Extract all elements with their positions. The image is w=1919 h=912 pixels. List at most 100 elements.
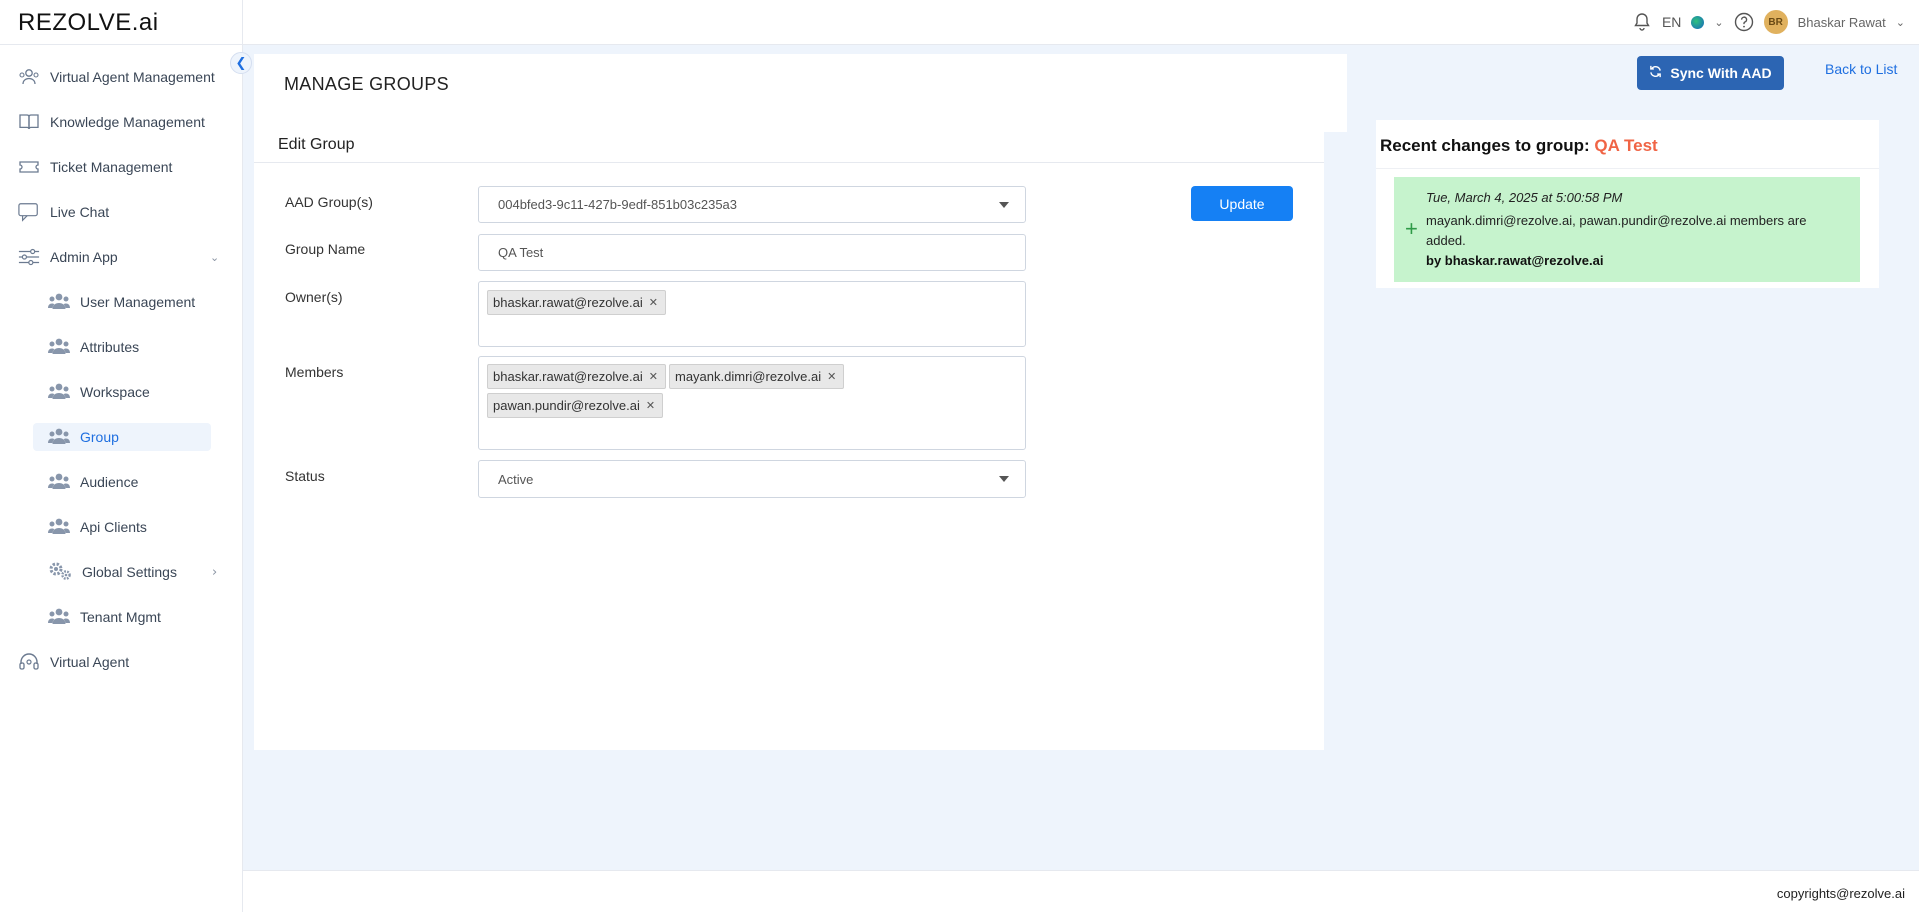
help-icon[interactable] [1734, 12, 1754, 32]
aad-group-select[interactable]: 004bfed3-9c11-427b-9edf-851b03c235a3 [478, 186, 1026, 223]
chevron-down-icon[interactable]: ⌄ [210, 251, 219, 264]
members-multiselect[interactable]: bhaskar.rawat@rezolve.ai ✕ mayank.dimri@… [478, 356, 1026, 450]
user-menu-chevron-icon[interactable]: ⌄ [1896, 16, 1905, 29]
sidebar-item-admin-app[interactable]: Admin App [18, 243, 118, 271]
sidebar-item-label: Audience [80, 474, 139, 490]
sync-button-label: Sync With AAD [1670, 65, 1772, 81]
change-author: by bhaskar.rawat@rezolve.ai [1426, 253, 1604, 268]
group-icon [48, 607, 70, 628]
sidebar-item-virtual-agent-management[interactable]: Virtual Agent Management [18, 63, 215, 91]
group-icon [48, 292, 70, 313]
caret-down-icon [999, 201, 1009, 208]
recent-changes-group-name: QA Test [1594, 136, 1658, 155]
update-button[interactable]: Update [1191, 186, 1293, 221]
sidebar-item-label: Virtual Agent [50, 654, 130, 670]
tag-label: bhaskar.rawat@rezolve.ai [493, 295, 643, 310]
sidebar-item-ticket-management[interactable]: Ticket Management [18, 153, 172, 181]
recent-changes-title: Recent changes to group: QA Test [1380, 136, 1658, 156]
sidebar-item-tenant-mgmt[interactable]: Tenant Mgmt [48, 603, 161, 631]
change-timestamp: Tue, March 4, 2025 at 5:00:58 PM [1426, 190, 1623, 205]
member-tag: mayank.dimri@rezolve.ai ✕ [669, 364, 845, 389]
aad-group-value: 004bfed3-9c11-427b-9edf-851b03c235a3 [498, 197, 738, 212]
owners-multiselect[interactable]: bhaskar.rawat@rezolve.ai ✕ [478, 281, 1026, 347]
remove-tag-icon[interactable]: ✕ [827, 370, 836, 383]
sidebar-item-label: Ticket Management [50, 159, 173, 175]
sidebar-item-virtual-agent[interactable]: Virtual Agent [18, 648, 129, 676]
sidebar-item-label: Global Settings [82, 564, 177, 580]
book-icon [18, 111, 40, 133]
sidebar-item-label: Attributes [80, 339, 140, 355]
group-icon [48, 472, 70, 493]
logo[interactable]: REZOLVE.ai [18, 9, 159, 37]
gears-icon [48, 561, 72, 584]
remove-tag-icon[interactable]: ✕ [646, 399, 655, 412]
group-icon [48, 427, 70, 448]
remove-tag-icon[interactable]: ✕ [649, 370, 658, 383]
change-message: mayank.dimri@rezolve.ai, pawan.pundir@re… [1426, 213, 1807, 248]
divider [254, 162, 1324, 163]
plus-icon: + [1405, 216, 1418, 241]
status-label: Status [285, 468, 325, 484]
status-value: Active [498, 472, 534, 487]
chat-icon [18, 201, 40, 223]
user-name[interactable]: Bhaskar Rawat [1798, 15, 1886, 30]
sidebar-item-label: Tenant Mgmt [80, 609, 161, 625]
globe-icon[interactable] [1691, 15, 1705, 29]
aad-group-label: AAD Group(s) [285, 194, 373, 210]
recent-changes-prefix: Recent changes to group: [1380, 136, 1590, 155]
copyright-text: copyrights@rezolve.ai [1776, 886, 1905, 901]
owner-tag: bhaskar.rawat@rezolve.ai ✕ [487, 290, 666, 315]
sidebar-item-user-management[interactable]: User Management [48, 288, 195, 316]
headset-icon [18, 651, 40, 673]
collapse-sidebar-button[interactable]: ❮ [230, 52, 252, 74]
bell-icon[interactable] [1632, 12, 1652, 32]
sidebar-item-group[interactable]: Group [33, 423, 211, 451]
sidebar-item-label: Api Clients [80, 519, 147, 535]
agents-icon [18, 66, 40, 88]
sync-with-aad-button[interactable]: Sync With AAD [1637, 56, 1784, 90]
group-icon [48, 337, 70, 358]
group-icon [48, 517, 70, 538]
sidebar-item-live-chat[interactable]: Live Chat [18, 198, 109, 226]
tag-label: pawan.pundir@rezolve.ai [493, 398, 640, 413]
sliders-icon [18, 246, 40, 268]
sidebar-item-api-clients[interactable]: Api Clients [48, 513, 147, 541]
group-name-value: QA Test [498, 245, 544, 260]
ticket-icon [18, 156, 40, 178]
sidebar-item-knowledge-management[interactable]: Knowledge Management [18, 108, 205, 136]
member-tag: pawan.pundir@rezolve.ai ✕ [487, 393, 664, 418]
sidebar-item-global-settings[interactable]: Global Settings [48, 558, 177, 586]
sidebar-item-label: Group [80, 429, 119, 445]
sidebar-item-label: Virtual Agent Management [50, 69, 215, 85]
chevron-right-icon[interactable]: › [212, 565, 217, 580]
sidebar-item-label: Admin App [50, 249, 118, 265]
sidebar-item-label: Workspace [80, 384, 150, 400]
status-select[interactable]: Active [478, 460, 1026, 498]
top-right-controls: EN ⌄ BR Bhaskar Rawat ⌄ [1632, 9, 1905, 35]
language-label[interactable]: EN [1662, 14, 1681, 30]
chevron-down-icon[interactable]: ⌄ [1714, 16, 1723, 29]
footer [243, 870, 1919, 912]
sidebar-item-audience[interactable]: Audience [48, 468, 138, 496]
back-to-list-link[interactable]: Back to List [1825, 61, 1897, 77]
group-name-input[interactable]: QA Test [478, 234, 1026, 271]
divider [1376, 168, 1879, 169]
remove-tag-icon[interactable]: ✕ [649, 296, 658, 309]
sidebar-item-workspace[interactable]: Workspace [48, 378, 150, 406]
sidebar-item-label: Live Chat [50, 204, 110, 220]
owners-label: Owner(s) [285, 289, 343, 305]
edit-group-title: Edit Group [278, 136, 355, 153]
sidebar-item-label: Knowledge Management [50, 114, 205, 130]
members-label: Members [285, 364, 344, 380]
top-bar: REZOLVE.ai EN ⌄ BR Bhaskar Rawat ⌄ [0, 0, 1919, 45]
sidebar-item-label: User Management [80, 294, 196, 310]
avatar[interactable]: BR [1763, 10, 1788, 34]
group-icon [48, 382, 70, 403]
member-tag: bhaskar.rawat@rezolve.ai ✕ [487, 364, 666, 389]
sync-icon [1649, 65, 1662, 81]
logo-area: REZOLVE.ai [0, 0, 243, 45]
tag-label: mayank.dimri@rezolve.ai [675, 369, 822, 384]
caret-down-icon [999, 476, 1009, 482]
sidebar-item-attributes[interactable]: Attributes [48, 333, 139, 361]
tag-label: bhaskar.rawat@rezolve.ai [493, 369, 643, 384]
